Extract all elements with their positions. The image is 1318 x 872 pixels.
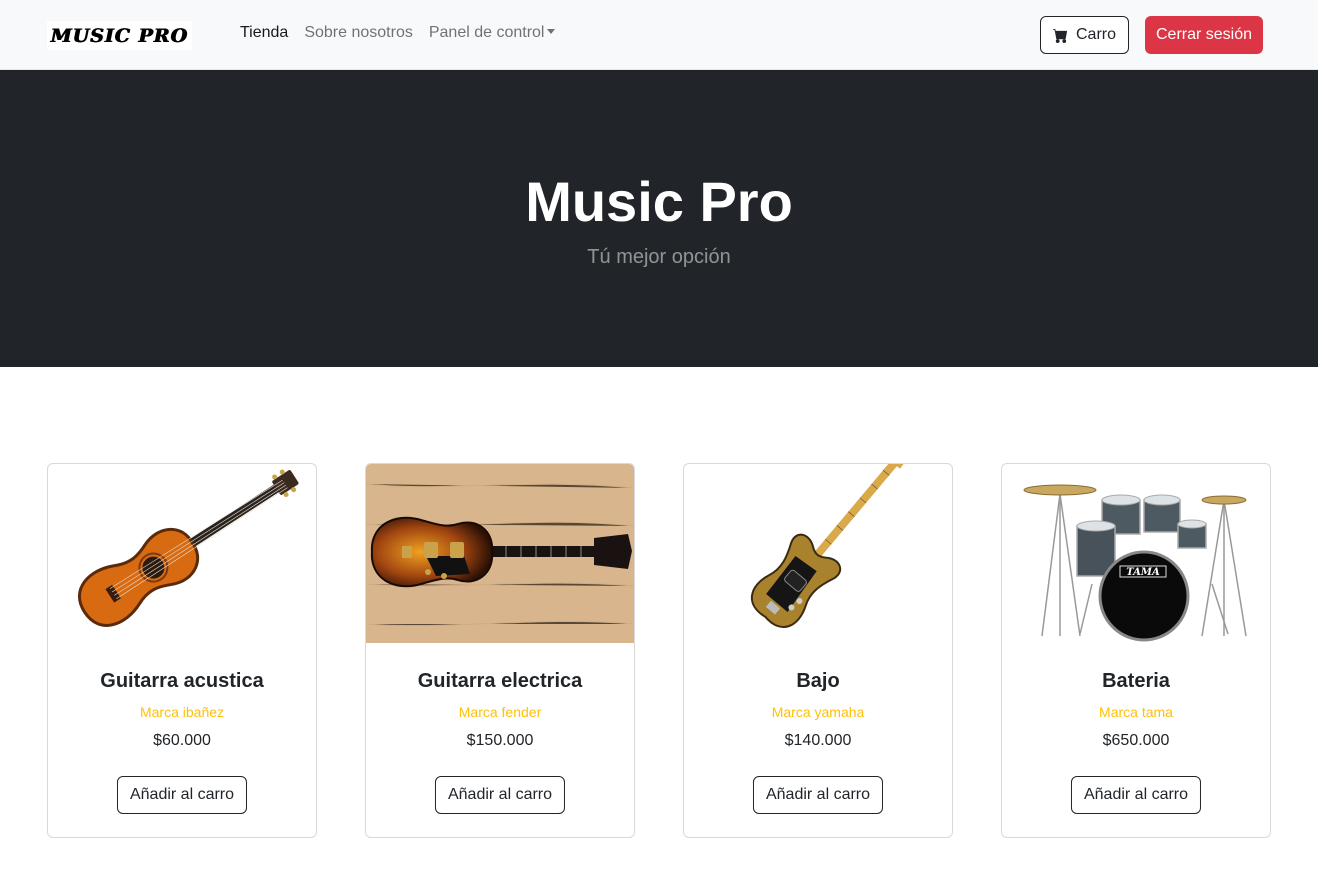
product-price: $60.000 [153,732,211,749]
nav-link-tienda[interactable]: Tienda [240,24,288,42]
electric-guitar-image [366,464,634,643]
logout-button[interactable]: Cerrar sesión [1145,16,1263,54]
cart-label: Carro [1075,26,1116,43]
product-brand: Marca tama [1099,704,1173,720]
product-brand: Marca fender [458,704,542,720]
hero-title: Music Pro [525,170,793,233]
add-to-cart-button[interactable]: Añadir al carro [116,776,248,814]
product-card: Guitarra acustica Marca ibañez $60.000 A… [47,463,317,838]
cart-icon [1052,28,1068,43]
product-name: Guitarra acustica [100,670,264,692]
add-to-cart-button[interactable]: Añadir al carro [1070,776,1202,814]
nav-links: Tienda Sobre nosotros Panel de control [240,24,556,42]
navbar: MUSIC PRO Tienda Sobre nosotros Panel de… [0,0,1318,70]
product-name: Bajo [796,670,840,692]
add-to-cart-button[interactable]: Añadir al carro [752,776,884,814]
brand-logo-text: MUSIC PRO [50,24,189,47]
caret-down-icon [547,28,556,34]
svg-text:TAMA: TAMA [1126,567,1160,578]
nav-dropdown-label: Panel de control [428,24,545,41]
product-brand: Marca ibañez [139,704,225,720]
brand-logo[interactable]: MUSIC PRO [47,21,192,50]
drum-kit-image: TAMA [1002,464,1270,643]
product-price: $650.000 [1102,732,1170,749]
cart-button[interactable]: Carro [1040,16,1129,54]
product-card: Guitarra electrica Marca fender $150.000… [365,463,635,838]
nav-link-sobre-nosotros[interactable]: Sobre nosotros [304,24,413,42]
product-name: Guitarra electrica [417,670,583,692]
acoustic-guitar-image [48,464,316,643]
product-card: Bajo Marca yamaha $140.000 Añadir al car… [683,463,953,838]
bass-guitar-image [684,464,952,643]
product-price: $140.000 [784,732,852,749]
hero-banner: Music Pro Tú mejor opción [0,70,1318,367]
hero-subtitle: Tú mejor opción [587,246,731,268]
product-name: Bateria [1102,670,1170,692]
product-brand: Marca yamaha [771,704,865,720]
add-to-cart-button[interactable]: Añadir al carro [434,776,566,814]
product-card: TAMA Bateria Marca tama $650.000 Añadir … [1001,463,1271,838]
product-price: $150.000 [466,732,534,749]
nav-dropdown-panel-de-control[interactable]: Panel de control [429,24,556,42]
